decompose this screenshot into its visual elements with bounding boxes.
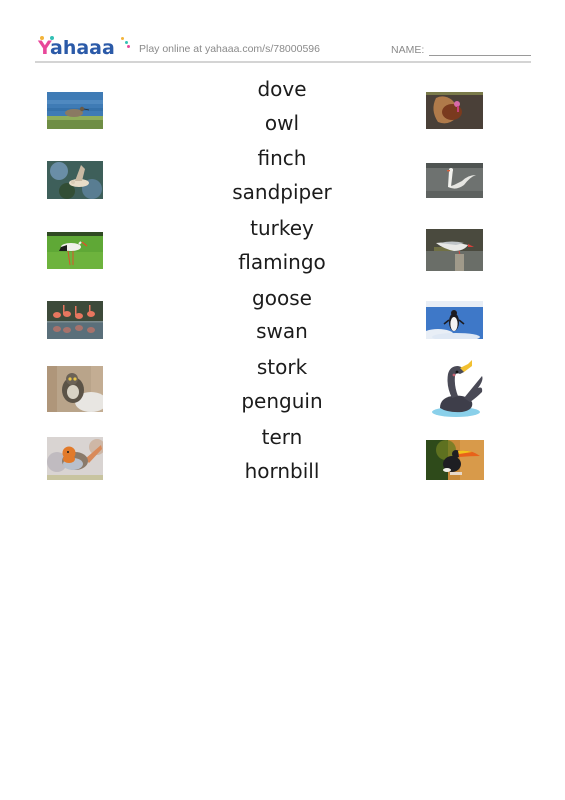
finch-photo-icon: [47, 437, 103, 480]
goose-illustration-icon: [428, 358, 486, 418]
word-item: flamingo: [238, 250, 326, 274]
word-item: dove: [257, 77, 307, 101]
swan-photo-icon: [426, 163, 483, 198]
yahaaa-logo[interactable]: Yahaaa: [38, 36, 130, 60]
word-item: finch: [257, 146, 307, 170]
turkey-photo-icon: [426, 92, 483, 129]
sandpiper-photo-icon: [47, 92, 103, 129]
penguin-photo-icon: [426, 301, 483, 339]
word-item: swan: [256, 319, 308, 343]
header-divider: [35, 61, 531, 63]
owl-photo-icon: [47, 366, 103, 412]
word-item: owl: [264, 111, 300, 135]
tern-photo-icon: [426, 229, 483, 271]
logo-sparkle-icon: [125, 41, 128, 44]
play-online-link[interactable]: Play online at yahaaa.com/s/78000596: [139, 43, 320, 55]
hornbill-photo-icon: [426, 440, 484, 480]
dove-photo-icon: [47, 161, 103, 199]
name-input-line[interactable]: [429, 55, 531, 56]
word-item: tern: [261, 425, 303, 449]
word-item: turkey: [250, 216, 314, 240]
word-item: sandpiper: [232, 180, 332, 204]
logo-sparkle-icon: [127, 45, 130, 48]
logo-text: Yahaaa: [38, 37, 115, 59]
logo-sparkle-icon: [121, 37, 124, 40]
word-item: penguin: [241, 389, 323, 413]
flamingo-photo-icon: [47, 301, 103, 339]
stork-photo-icon: [47, 232, 103, 269]
worksheet-header: Yahaaa Play online at yahaaa.com/s/78000…: [35, 34, 531, 62]
word-item: hornbill: [244, 459, 320, 483]
word-item: goose: [252, 286, 312, 310]
name-label: NAME:: [391, 44, 425, 56]
word-item: stork: [256, 355, 308, 379]
